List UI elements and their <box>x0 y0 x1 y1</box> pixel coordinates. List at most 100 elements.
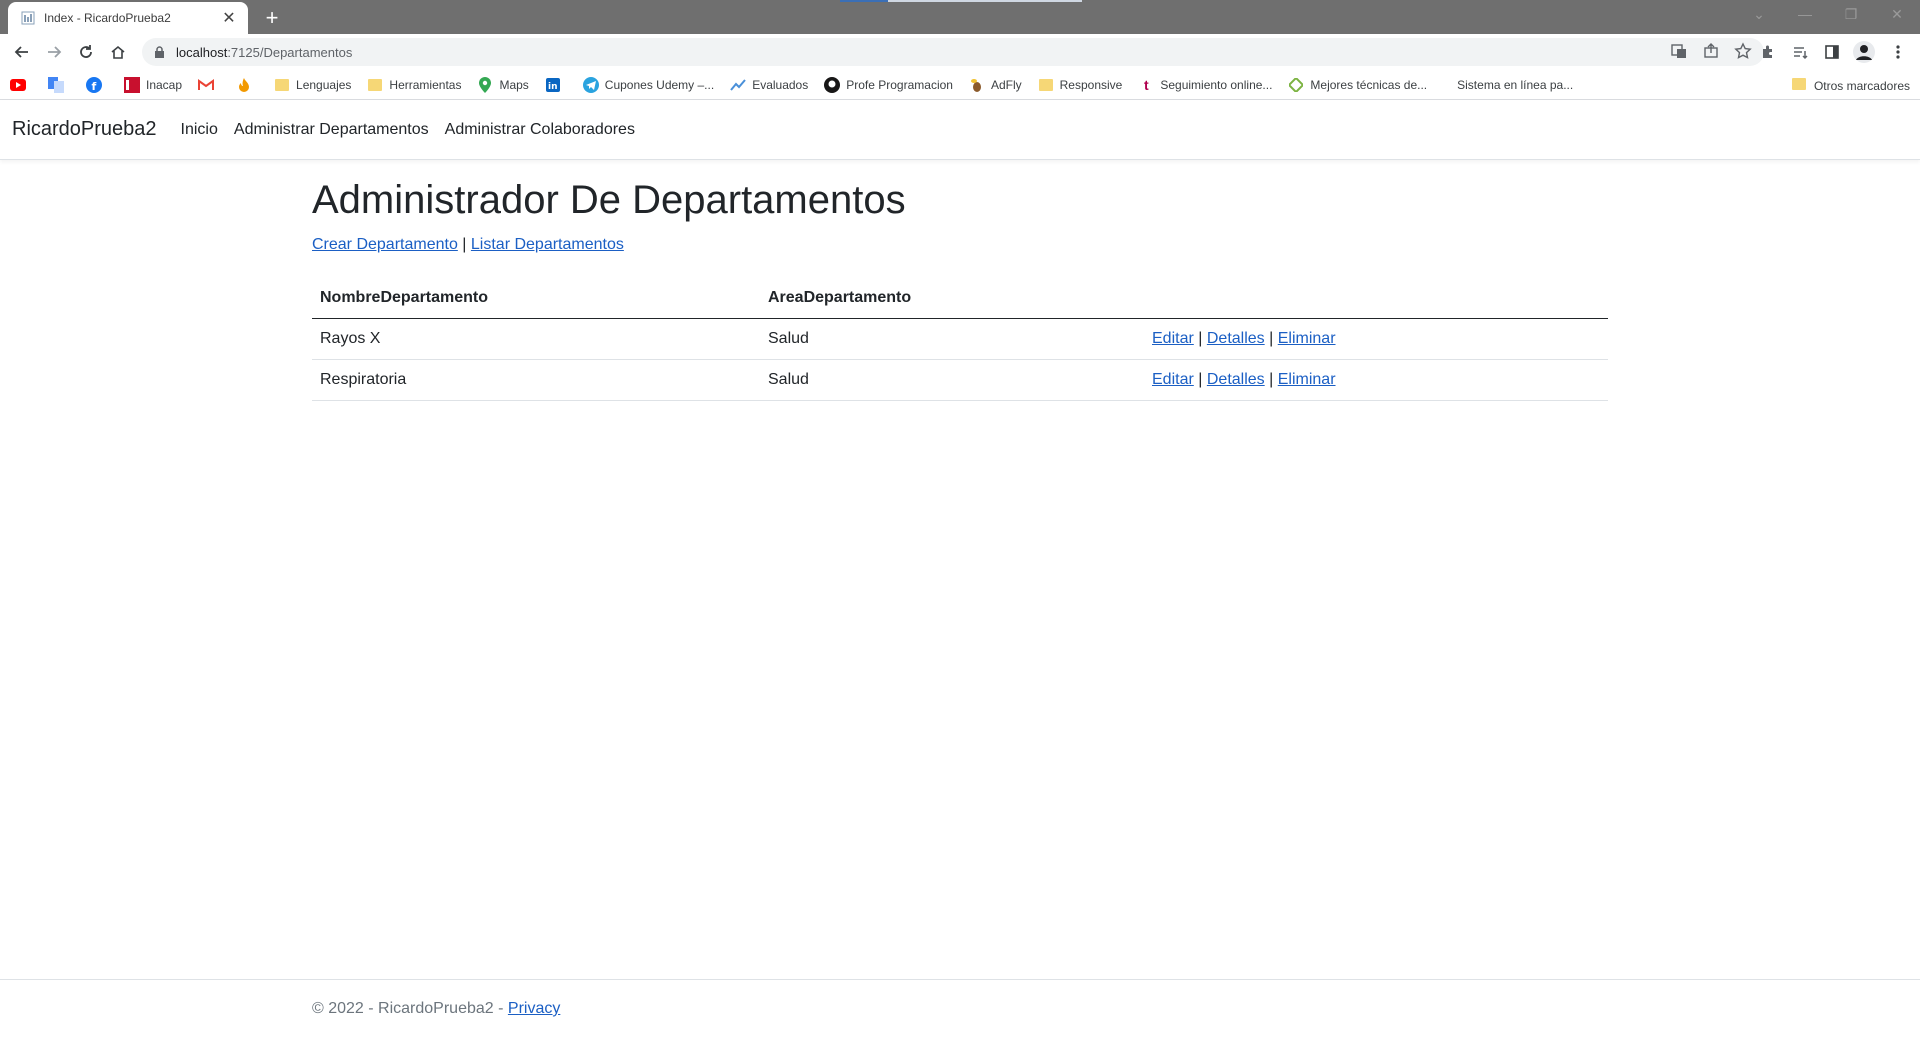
site-footer: © 2022 - RicardoPrueba2 - Privacy <box>0 979 1920 1037</box>
cell-area: Salud <box>760 359 1144 401</box>
action-links: Crear Departamento | Listar Departamento… <box>312 236 1608 254</box>
share-icon[interactable] <box>1702 42 1720 65</box>
youtube-icon <box>10 77 26 93</box>
bookmark-profe-programacion[interactable]: Profe Programacion <box>824 76 953 93</box>
side-panel-icon[interactable] <box>1818 38 1846 66</box>
telegram-icon <box>582 76 599 93</box>
nav-link-administrar-colaboradores[interactable]: Administrar Colaboradores <box>445 121 635 139</box>
bookmark-star-icon[interactable] <box>1734 42 1752 65</box>
folder-icon <box>1038 77 1054 93</box>
header-nombre-departamento: NombreDepartamento <box>312 278 760 319</box>
cell-actions: Editar | Detalles | Eliminar <box>1144 318 1608 360</box>
window-controls: ⌄ — ❐ ✕ <box>1736 0 1920 28</box>
privacy-link[interactable]: Privacy <box>508 1000 560 1017</box>
lock-icon[interactable] <box>152 45 166 59</box>
flame-icon <box>236 77 252 93</box>
bookmark-evaluados[interactable]: Evaluados <box>730 77 808 93</box>
bookmark-herramientas[interactable]: Herramientas <box>367 77 461 93</box>
extensions-puzzle-icon[interactable] <box>1754 38 1782 66</box>
adfly-icon <box>969 77 985 93</box>
bookmark-youtube[interactable] <box>10 77 32 93</box>
bookmark-facebook[interactable]: f <box>86 76 108 93</box>
maps-icon <box>477 76 493 93</box>
profile-avatar[interactable] <box>1850 38 1878 66</box>
new-tab-button[interactable]: + <box>258 4 286 32</box>
main-content: Administrador De Departamentos Crear Dep… <box>312 176 1608 401</box>
details-link[interactable]: Detalles <box>1207 330 1265 347</box>
folder-icon <box>367 77 383 93</box>
folder-icon <box>274 77 290 93</box>
departamentos-table: NombreDepartamento AreaDepartamento Rayo… <box>312 278 1608 401</box>
delete-link[interactable]: Eliminar <box>1278 330 1336 347</box>
translate-icon <box>48 76 64 93</box>
address-bar[interactable]: localhost:7125/Departamentos <box>142 38 1764 66</box>
home-button[interactable] <box>102 36 134 68</box>
browser-toolbar: localhost:7125/Departamentos <box>0 34 1920 70</box>
back-button[interactable] <box>6 36 38 68</box>
tab-close-icon[interactable]: ✕ <box>220 9 238 27</box>
github-icon <box>824 76 841 93</box>
bookmark-responsive[interactable]: Responsive <box>1038 77 1122 93</box>
bookmark-maps[interactable]: Maps <box>477 76 529 93</box>
linkedin-icon: in <box>545 77 561 93</box>
forward-button[interactable] <box>38 36 70 68</box>
header-area-departamento: AreaDepartamento <box>760 278 1144 319</box>
edit-link[interactable]: Editar <box>1152 330 1194 347</box>
minimize-button[interactable]: — <box>1782 0 1828 28</box>
bookmark-translate[interactable] <box>48 76 70 93</box>
reload-button[interactable] <box>70 36 102 68</box>
reading-list-icon[interactable] <box>1786 38 1814 66</box>
restore-button[interactable]: ❐ <box>1828 0 1874 28</box>
nav-link-inicio[interactable]: Inicio <box>181 121 218 139</box>
nav-link-administrar-departamentos[interactable]: Administrar Departamentos <box>234 121 429 139</box>
link-separator: | <box>1198 370 1203 388</box>
page-favicon-icon <box>20 10 36 26</box>
browser-tabstrip: Index - RicardoPrueba2 ✕ + ⌄ — ❐ ✕ <box>0 0 1920 34</box>
folder-icon <box>1791 77 1806 94</box>
loading-indicator <box>840 0 888 2</box>
bookmark-inacap[interactable]: Inacap <box>124 76 182 93</box>
web-page: RicardoPrueba2 Inicio Administrar Depart… <box>0 100 1920 1037</box>
tab-search-icon[interactable]: ⌄ <box>1736 0 1782 28</box>
link-separator: | <box>1269 329 1274 347</box>
cell-nombre: Rayos X <box>312 318 760 360</box>
table-row: Rayos X Salud Editar | Detalles | Elimin… <box>312 318 1608 360</box>
bookmark-seguimiento[interactable]: t Seguimiento online... <box>1138 77 1272 93</box>
cell-area: Salud <box>760 318 1144 360</box>
create-departamento-link[interactable]: Crear Departamento <box>312 236 458 253</box>
chrome-menu-icon[interactable] <box>1884 38 1912 66</box>
edit-link[interactable]: Editar <box>1152 371 1194 388</box>
bookmark-adfly[interactable]: AdFly <box>969 77 1022 93</box>
close-window-button[interactable]: ✕ <box>1874 0 1920 28</box>
facebook-icon: f <box>86 76 102 93</box>
bookmark-linkedin[interactable]: in <box>545 77 567 93</box>
bookmark-sistema-en-linea[interactable]: Sistema en línea pa... <box>1457 78 1573 92</box>
loading-indicator-track <box>888 0 1082 2</box>
cell-actions: Editar | Detalles | Eliminar <box>1144 359 1608 401</box>
delete-link[interactable]: Eliminar <box>1278 371 1336 388</box>
diamond-icon <box>1288 77 1304 93</box>
svg-text:f: f <box>92 80 97 93</box>
cell-nombre: Respiratoria <box>312 359 760 401</box>
chart-icon <box>730 77 746 93</box>
translate-icon[interactable] <box>1670 42 1688 65</box>
bookmark-mejores-tecnicas[interactable]: Mejores técnicas de... <box>1288 77 1427 93</box>
site-brand[interactable]: RicardoPrueba2 <box>12 118 157 141</box>
details-link[interactable]: Detalles <box>1207 371 1265 388</box>
browser-tab-active[interactable]: Index - RicardoPrueba2 ✕ <box>8 2 248 34</box>
bookmark-gmail[interactable] <box>198 77 220 93</box>
url-text[interactable]: localhost:7125/Departamentos <box>176 45 352 60</box>
footer-copyright: © 2022 - RicardoPrueba2 - <box>312 1000 508 1017</box>
bookmark-flame[interactable] <box>236 77 258 93</box>
list-departamentos-link[interactable]: Listar Departamentos <box>471 236 624 253</box>
other-bookmarks[interactable]: Otros marcadores <box>1791 77 1910 94</box>
page-title: Administrador De Departamentos <box>312 178 906 222</box>
svg-text:in: in <box>548 82 558 92</box>
inacap-icon <box>124 76 140 93</box>
link-separator: | <box>462 236 467 253</box>
table-header-row: NombreDepartamento AreaDepartamento <box>312 278 1608 319</box>
bookmark-lenguajes[interactable]: Lenguajes <box>274 77 351 93</box>
link-separator: | <box>1269 370 1274 388</box>
bookmark-cupones-udemy[interactable]: Cupones Udemy –... <box>582 76 714 93</box>
link-separator: | <box>1198 329 1203 347</box>
